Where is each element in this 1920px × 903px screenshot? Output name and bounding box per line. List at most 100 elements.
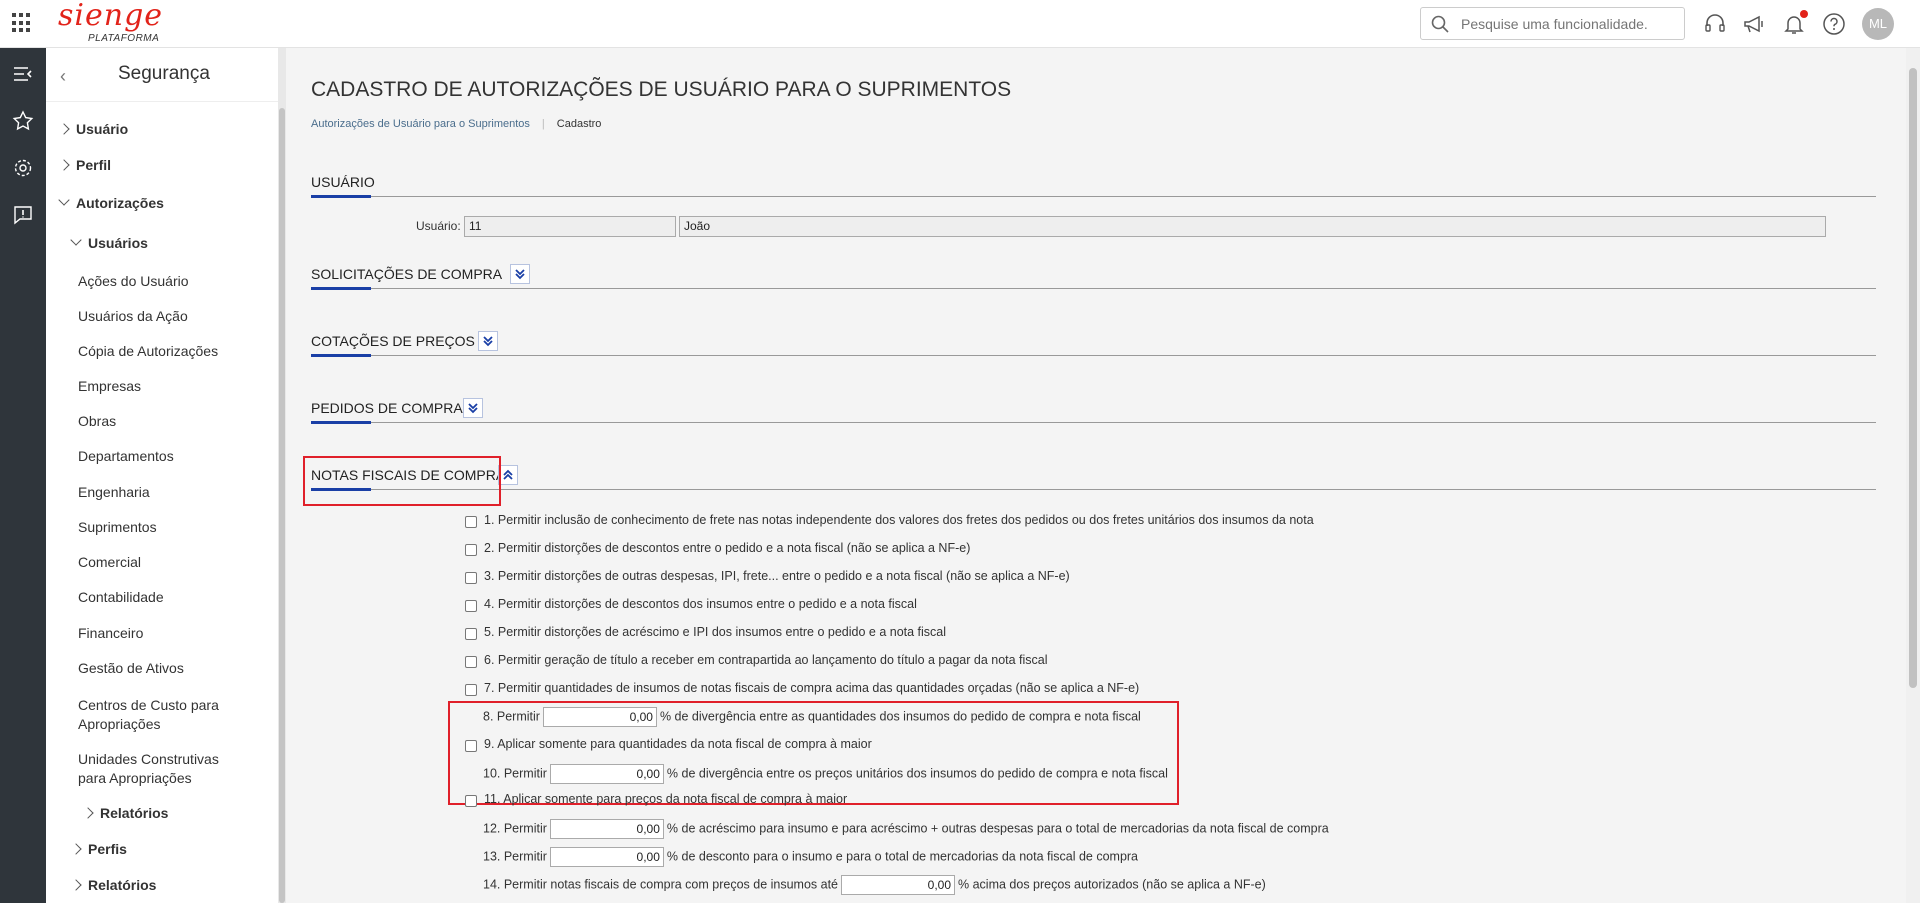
option-14: 14. Permitir notas fiscais de compra com… xyxy=(483,875,1266,895)
help-icon[interactable] xyxy=(1822,12,1846,36)
sidebar-item-usuario[interactable]: Usuário xyxy=(58,121,128,137)
checkbox[interactable] xyxy=(465,628,477,640)
highlight-box-options xyxy=(448,701,1179,805)
sidebar-item-engenharia[interactable]: Engenharia xyxy=(78,484,150,500)
section-solicitacoes: SOLICITAÇÕES DE COMPRA xyxy=(311,261,1876,290)
option-13: 13. Permitir 0,00% de desconto para o ins… xyxy=(483,847,1138,867)
breadcrumb-current: Cadastro xyxy=(556,118,602,130)
settings-gear-icon[interactable] xyxy=(11,156,35,180)
sidebar-item-usuarios-da-acao[interactable]: Usuários da Ação xyxy=(78,308,188,324)
chevron-down-icon xyxy=(58,194,70,206)
price-limit-input[interactable]: 0,00 xyxy=(841,875,956,895)
sidebar-item-centros-de-custo[interactable]: Centros de Custo para Apropriações xyxy=(78,696,219,734)
expand-button[interactable] xyxy=(510,264,530,284)
star-icon[interactable] xyxy=(11,109,35,133)
user-name-field: João xyxy=(679,216,1826,237)
chevron-right-icon xyxy=(82,807,94,819)
chevron-right-icon xyxy=(70,879,82,891)
breadcrumb-separator: | xyxy=(541,118,545,130)
sienge-logo[interactable]: sienge PLATAFORMA xyxy=(58,1,168,45)
main-content: CADASTRO DE AUTORIZAÇÕES DE USUÁRIO PARA… xyxy=(286,48,1906,903)
menu-collapse-icon[interactable] xyxy=(11,62,35,86)
collapse-button[interactable] xyxy=(498,465,518,485)
sidebar-item-financeiro[interactable]: Financeiro xyxy=(78,625,143,641)
section-title: USUÁRIO xyxy=(311,174,375,190)
sidebar-item-unidades-construtivas[interactable]: Unidades Construtivas para Apropriações xyxy=(78,750,219,788)
option-3: 3. Permitir distorções de outras despesa… xyxy=(484,569,1070,583)
sidebar-item-autorizacoes[interactable]: Autorizações xyxy=(58,194,164,211)
checkbox[interactable] xyxy=(465,600,477,612)
user-label: Usuário: xyxy=(416,219,461,233)
logo-subtitle: PLATAFORMA xyxy=(88,33,160,44)
chevron-right-icon xyxy=(58,123,70,135)
search-box[interactable] xyxy=(1420,7,1685,40)
sidebar-item-acoes-do-usuario[interactable]: Ações do Usuário xyxy=(78,273,189,289)
option-9-label: 9. Aplicar somente para quantidades da n… xyxy=(484,737,872,751)
breadcrumb-link[interactable]: Autorizações de Usuário para o Supriment… xyxy=(311,118,530,130)
sidebar-item-relatorios[interactable]: Relatórios xyxy=(70,877,156,893)
expand-button[interactable] xyxy=(463,398,483,418)
checkbox[interactable] xyxy=(465,572,477,584)
section-title: COTAÇÕES DE PREÇOS xyxy=(311,333,475,349)
sidebar-item-gestao-de-ativos[interactable]: Gestão de Ativos xyxy=(78,660,184,676)
sidebar-title: Segurança xyxy=(118,63,210,84)
option-12: 12. Permitir 0,00% de acréscimo para insu… xyxy=(483,819,1329,839)
breadcrumb: Autorizações de Usuário para o Supriment… xyxy=(311,118,601,130)
sidebar-item-relatorios-sub[interactable]: Relatórios xyxy=(82,805,168,821)
sidebar-item-perfil[interactable]: Perfil xyxy=(58,157,111,173)
checkbox[interactable] xyxy=(465,656,477,668)
sidebar-item-contabilidade[interactable]: Contabilidade xyxy=(78,589,164,605)
megaphone-icon[interactable] xyxy=(1742,12,1766,36)
sidebar-item-obras[interactable]: Obras xyxy=(78,413,116,429)
main-scrollbar[interactable] xyxy=(1906,48,1920,903)
checkbox[interactable] xyxy=(465,544,477,556)
headset-icon[interactable] xyxy=(1703,12,1727,36)
checkbox[interactable] xyxy=(465,684,477,696)
discount-input[interactable]: 0,00 xyxy=(549,847,664,867)
option-7: 7. Permitir quantidades de insumos de no… xyxy=(484,681,1140,695)
main-scrollbar-thumb[interactable] xyxy=(1909,68,1917,688)
checkbox-option-9[interactable] xyxy=(465,740,477,752)
section-underline xyxy=(311,287,371,290)
sidebar-item-copia-de-autorizacoes[interactable]: Cópia de Autorizações xyxy=(78,343,218,359)
left-rail xyxy=(0,48,46,903)
double-chevron-down-icon xyxy=(515,269,525,280)
back-arrow-icon[interactable]: ‹ xyxy=(60,66,66,87)
notification-dot xyxy=(1800,10,1808,18)
sidebar-item-perfis[interactable]: Perfis xyxy=(70,841,127,857)
chevron-right-icon xyxy=(58,159,70,171)
chevron-down-icon xyxy=(70,234,82,246)
search-input[interactable] xyxy=(1461,14,1676,34)
sidebar-item-departamentos[interactable]: Departamentos xyxy=(78,448,174,464)
option-5: 5. Permitir distorções de acréscimo e IP… xyxy=(484,625,947,639)
section-pedidos: PEDIDOS DE COMPRA xyxy=(311,395,1876,424)
sidebar-item-comercial[interactable]: Comercial xyxy=(78,554,141,570)
sidebar-scrollbar-thumb[interactable] xyxy=(279,108,285,903)
expand-button[interactable] xyxy=(478,331,498,351)
checkbox[interactable] xyxy=(465,516,477,528)
highlight-box-section xyxy=(303,456,501,506)
option-10: 10. Permitir 0,00% de divergência entre o… xyxy=(483,764,1168,784)
section-title: PEDIDOS DE COMPRA xyxy=(311,400,463,416)
option-11: 11. Aplicar somente para preços da nota … xyxy=(484,792,848,806)
section-underline xyxy=(311,195,371,198)
option-4: 4. Permitir distorções de descontos dos … xyxy=(484,597,917,611)
price-divergence-input[interactable]: 0,00 xyxy=(549,764,664,784)
double-chevron-down-icon xyxy=(483,336,493,347)
apps-grid-icon[interactable] xyxy=(12,13,32,33)
double-chevron-up-icon xyxy=(503,469,513,480)
page-title: CADASTRO DE AUTORIZAÇÕES DE USUÁRIO PARA… xyxy=(311,78,1012,101)
sidebar-item-empresas[interactable]: Empresas xyxy=(78,378,141,394)
checkbox-option-11[interactable] xyxy=(465,795,477,807)
section-title: SOLICITAÇÕES DE COMPRA xyxy=(311,266,503,282)
top-bar: sienge PLATAFORMA ML xyxy=(0,0,1920,48)
double-chevron-down-icon xyxy=(468,403,478,414)
user-code-field: 11 xyxy=(464,216,676,237)
sidebar-scrollbar[interactable] xyxy=(278,48,286,903)
avatar[interactable]: ML xyxy=(1862,8,1894,40)
increase-input[interactable]: 0,00 xyxy=(549,819,664,839)
sidebar-item-usuarios[interactable]: Usuários xyxy=(70,234,148,251)
sidebar-item-suprimentos[interactable]: Suprimentos xyxy=(78,519,157,535)
section-underline xyxy=(311,354,371,357)
feedback-icon[interactable] xyxy=(11,203,35,227)
